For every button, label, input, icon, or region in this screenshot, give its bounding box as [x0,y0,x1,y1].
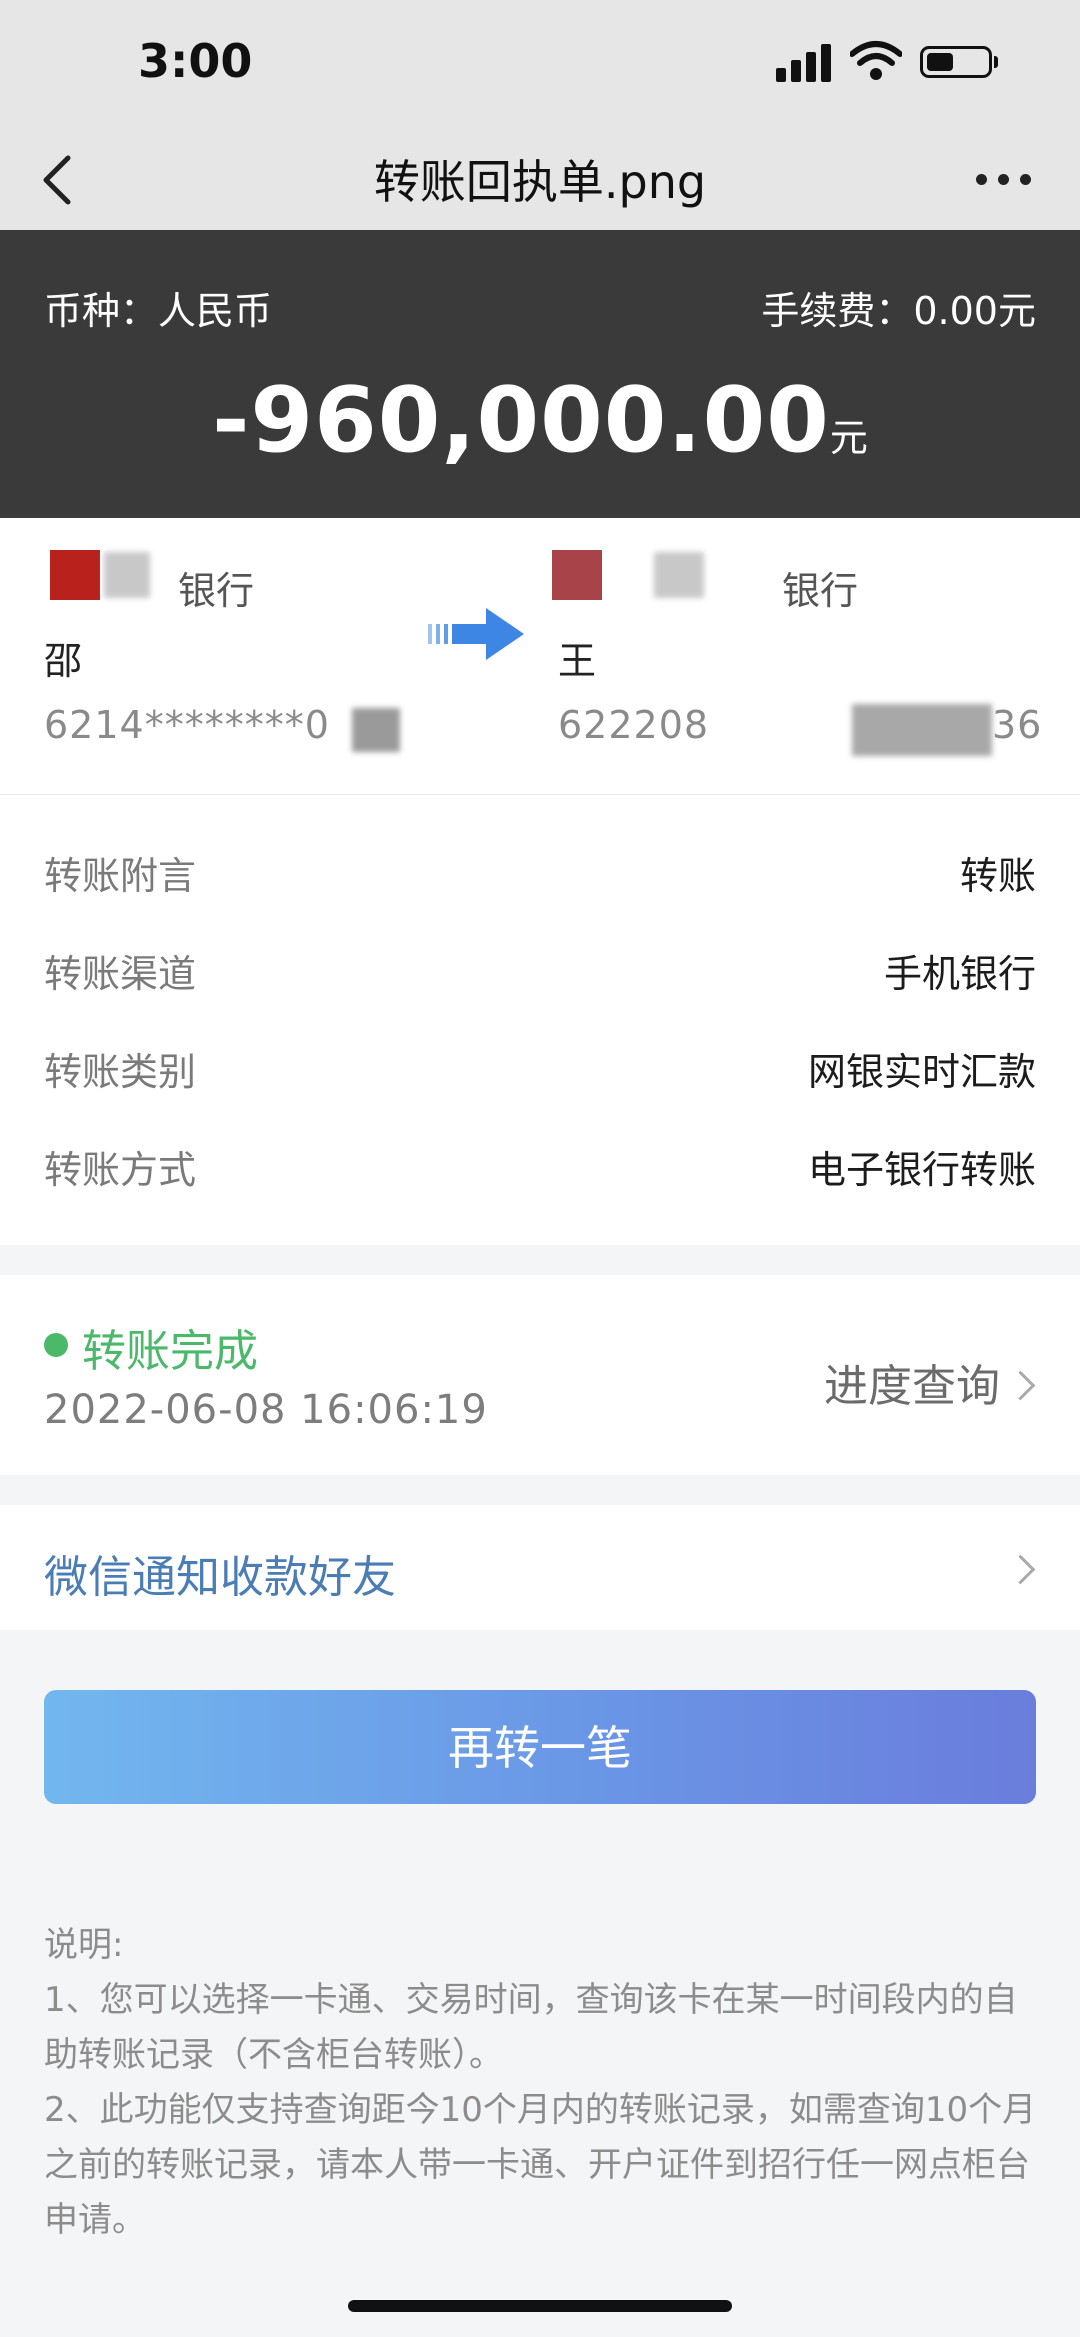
status-time: 3:00 [138,34,253,88]
detail-row: 转账方式 电子银行转账 [0,1139,1080,1199]
notes-item: 2、此功能仅支持查询距今10个月内的转账记录，如需查询10个月之前的转账记录，请… [44,2090,1037,2240]
battery-icon [920,46,992,78]
amount-display: -960,000.00元 [0,368,1080,473]
chevron-right-icon[interactable] [1005,1370,1036,1401]
notes-section: 说明: 1、您可以选择一卡通、交易时间，查询该卡在某一时间段内的自助转账记录（不… [44,1918,1044,2248]
detail-label: 转账渠道 [44,952,197,996]
amount-panel: 币种：人民币 手续费：0.00元 -960,000.00元 [0,230,1080,518]
payer-bank-redacted [104,552,150,598]
status-dot-icon [44,1333,68,1357]
signal-icon [776,42,836,82]
payer-bank-name: 银行 [178,569,255,613]
payee-card-prefix: 622208 [558,703,710,747]
transfer-arrow-icon [428,608,524,660]
payer-card-redacted [352,708,400,752]
amount-unit: 元 [829,416,868,460]
detail-row: 转账附言 转账 [0,845,1080,905]
status-text: 转账完成 [82,1326,258,1377]
transfer-parties: 银行 邵 6214********0 银行 王 622208 36 [0,518,1080,795]
amount-value: -960,000.00 [212,368,830,473]
detail-label: 转账附言 [44,854,197,898]
battery-cap [994,56,998,68]
transfer-status-card: 转账完成 2022-06-08 16:06:19 进度查询 [0,1275,1080,1475]
status-timestamp: 2022-06-08 16:06:19 [44,1387,488,1433]
detail-value: 电子银行转账 [807,1148,1036,1192]
wechat-notify-label[interactable]: 微信通知收款好友 [44,1541,396,1605]
chevron-right-icon[interactable] [1005,1554,1036,1585]
notes-item: 1、您可以选择一卡通、交易时间，查询该卡在某一时间段内的自助转账记录（不含柜台转… [44,1980,1018,2075]
currency-label: 币种：人民币 [44,289,273,333]
payee-card-suffix: 36 [992,703,1043,747]
transfer-details: 转账附言 转账 转账渠道 手机银行 转账类别 网银实时汇款 转账方式 电子银行转… [0,795,1080,1245]
detail-value: 手机银行 [883,952,1036,996]
payer-bank-logo [50,550,100,600]
detail-row: 转账渠道 手机银行 [0,943,1080,1003]
payer-name: 邵 [44,639,83,683]
detail-value: 转账 [959,854,1036,898]
detail-value: 网银实时汇款 [807,1050,1036,1094]
detail-label: 转账类别 [44,1050,197,1094]
wechat-notify-row[interactable]: 微信通知收款好友 [0,1505,1080,1630]
more-icon[interactable] [974,168,1034,192]
page-title: 转账回执单.png [373,155,707,209]
payer-card-number: 6214********0 [44,703,330,747]
detail-row: 转账类别 网银实时汇款 [0,1041,1080,1101]
payee-bank-logo [552,550,602,600]
progress-query-link[interactable]: 进度查询 [824,1350,1000,1414]
detail-label: 转账方式 [44,1148,197,1192]
home-indicator[interactable] [348,2300,732,2312]
transfer-again-button[interactable]: 再转一笔 [44,1690,1036,1804]
payee-bank-redacted [654,552,704,598]
fee-label: 手续费：0.00元 [761,289,1036,333]
payee-name: 王 [558,639,597,683]
payee-bank-name: 银行 [782,569,859,613]
nav-bar: 转账回执单.png [0,130,1080,230]
notes-heading: 说明: [44,1925,124,1965]
wifi-icon [850,41,902,80]
status-bar: 3:00 [0,0,1080,130]
payee-card-redacted [852,704,992,756]
